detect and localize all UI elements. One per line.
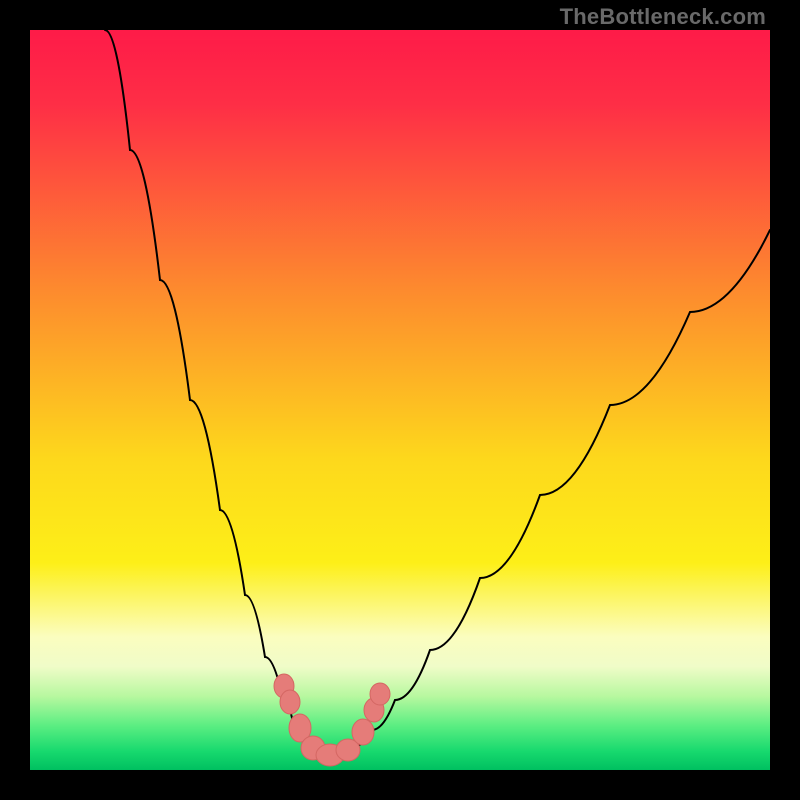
- hotspot-marker: [352, 719, 374, 745]
- hotspot-marker: [370, 683, 390, 705]
- chart-frame: [30, 30, 770, 770]
- bottleneck-curve-left: [105, 30, 320, 754]
- bottleneck-curve-right: [340, 230, 770, 754]
- watermark-text: TheBottleneck.com: [560, 4, 766, 30]
- hotspot-marker: [280, 690, 300, 714]
- chart-svg: [30, 30, 770, 770]
- hotspot-group: [274, 674, 390, 766]
